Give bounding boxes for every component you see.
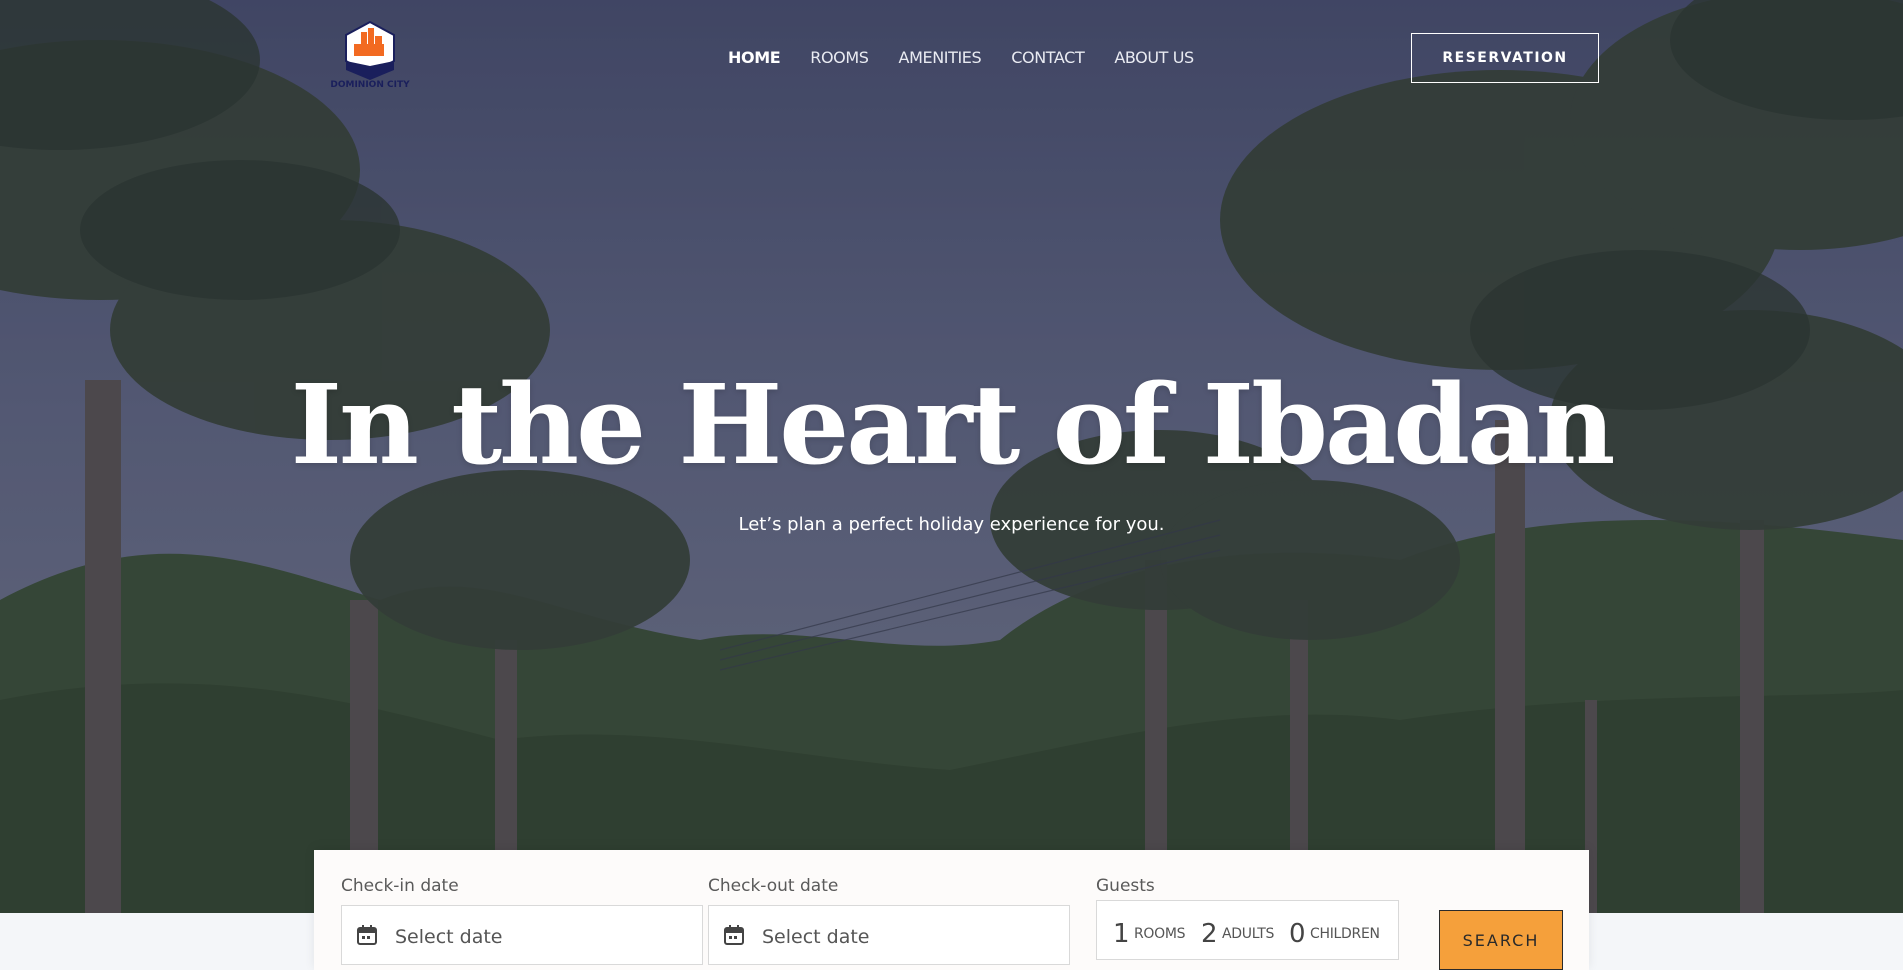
nav-amenities[interactable]: AMENITIES xyxy=(899,48,982,67)
checkout-date-field[interactable]: Select date xyxy=(708,905,1070,965)
booking-form: Check-in date Select date Check-out date… xyxy=(314,850,1589,970)
nav-contact[interactable]: CONTACT xyxy=(1011,48,1084,67)
checkin-placeholder: Select date xyxy=(395,926,503,948)
nav-about-us[interactable]: ABOUT US xyxy=(1114,48,1194,67)
children-count: 0 xyxy=(1289,919,1306,949)
adults-count: 2 xyxy=(1201,919,1218,949)
hero-section: DOMINION CITY HOME ROOMS AMENITIES CONTA… xyxy=(0,0,1903,913)
rooms-label: ROOMS xyxy=(1134,926,1186,942)
checkout-placeholder: Select date xyxy=(762,926,870,948)
nav-home[interactable]: HOME xyxy=(728,48,781,67)
checkout-label: Check-out date xyxy=(708,876,839,896)
calendar-icon xyxy=(724,925,744,945)
main-nav: HOME ROOMS AMENITIES CONTACT ABOUT US xyxy=(728,48,1224,67)
guests-selector[interactable]: 1 ROOMS 2 ADULTS 0 CHILDREN xyxy=(1096,900,1399,960)
hero-subtitle: Let’s plan a perfect holiday experience … xyxy=(738,514,1165,535)
checkin-date-field[interactable]: Select date xyxy=(341,905,703,965)
guests-label: Guests xyxy=(1096,876,1155,896)
logo-text: DOMINION CITY xyxy=(330,80,410,90)
checkin-label: Check-in date xyxy=(341,876,459,896)
calendar-icon xyxy=(357,925,377,945)
rooms-count: 1 xyxy=(1113,919,1130,949)
reservation-button[interactable]: RESERVATION xyxy=(1411,33,1599,83)
hero-title: In the Heart of Ibadan xyxy=(290,360,1616,489)
children-label: CHILDREN xyxy=(1310,926,1380,942)
adults-label: ADULTS xyxy=(1222,926,1275,942)
search-button[interactable]: SEARCH xyxy=(1439,910,1563,970)
nav-rooms[interactable]: ROOMS xyxy=(810,48,869,67)
